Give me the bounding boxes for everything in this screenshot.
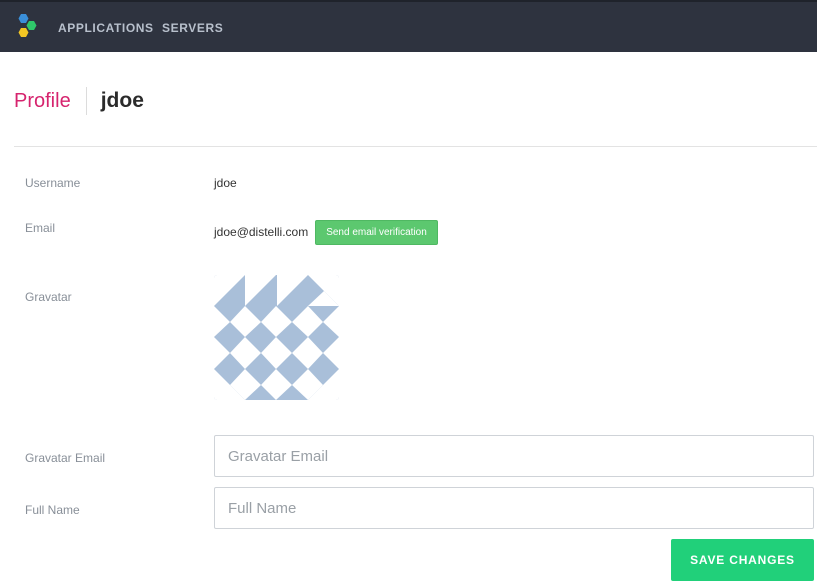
username-label: Username xyxy=(25,176,81,190)
gravatar-image xyxy=(214,275,339,400)
page-title: Profile xyxy=(14,89,71,112)
header-divider xyxy=(85,87,87,115)
full-name-label: Full Name xyxy=(25,503,80,517)
top-navbar: APPLICATIONS SERVERS xyxy=(0,0,817,52)
gravatar-label: Gravatar xyxy=(25,290,72,304)
header-separator xyxy=(14,146,817,147)
gravatar-email-input[interactable] xyxy=(214,435,814,477)
nav-applications[interactable]: APPLICATIONS xyxy=(58,21,154,35)
send-email-verification-button[interactable]: Send email verification xyxy=(315,220,438,245)
email-value: jdoe@distelli.com xyxy=(214,225,309,239)
gravatar-email-label: Gravatar Email xyxy=(25,451,106,465)
email-label: Email xyxy=(25,221,56,235)
nav-servers[interactable]: SERVERS xyxy=(162,21,223,35)
page-header: Profile jdoe xyxy=(14,86,144,116)
full-name-input[interactable] xyxy=(214,487,814,529)
distelli-logo-icon[interactable] xyxy=(14,13,40,41)
page-username: jdoe xyxy=(100,89,144,112)
save-changes-button[interactable]: SAVE CHANGES xyxy=(671,539,814,581)
username-value: jdoe xyxy=(214,176,237,190)
